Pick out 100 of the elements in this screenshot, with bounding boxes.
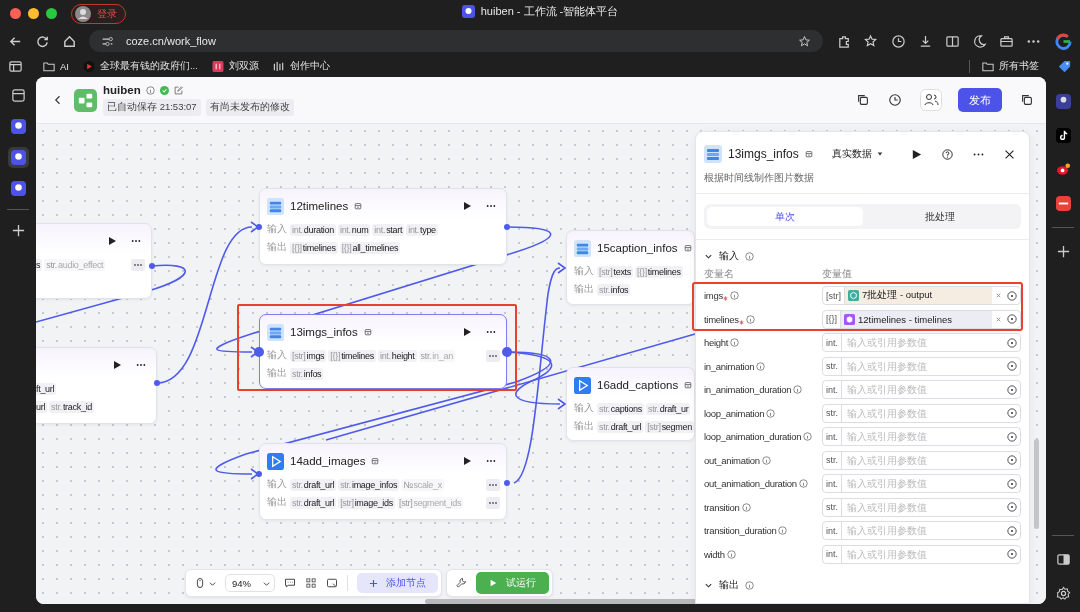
minimize-button[interactable] [28, 8, 39, 19]
value-input[interactable]: 输入或引用参数值 [842, 500, 1005, 514]
moon-icon[interactable] [972, 33, 987, 49]
value-input[interactable]: 输入或引用参数值 [842, 524, 1005, 538]
reference-icon[interactable] [1007, 549, 1017, 560]
port-handle[interactable] [502, 347, 512, 357]
home-icon[interactable] [62, 33, 77, 49]
wrench-icon[interactable] [455, 577, 467, 589]
reference-icon[interactable] [1007, 384, 1017, 395]
mouse-icon[interactable] [194, 577, 206, 589]
value-input[interactable]: 输入或引用参数值 [842, 336, 1005, 350]
value-input[interactable]: 输入或引用参数值 [842, 359, 1005, 373]
port-handle[interactable] [256, 224, 262, 230]
info-icon[interactable] [793, 385, 803, 395]
info-icon[interactable] [145, 85, 155, 95]
reference-icon[interactable] [1007, 290, 1017, 301]
value-field[interactable]: int. 输入或引用参数值 [822, 427, 1021, 447]
data-mode-dropdown[interactable]: 真实数据 [832, 147, 883, 161]
clear-icon[interactable] [995, 292, 1002, 300]
help-icon[interactable] [942, 148, 953, 160]
workflow-node[interactable]: s str.audio_effect [36, 223, 152, 299]
port-handle[interactable] [256, 471, 262, 477]
info-icon[interactable] [778, 526, 788, 536]
reference-icon[interactable] [1007, 431, 1017, 442]
run-icon[interactable] [462, 201, 472, 211]
run-icon[interactable] [462, 327, 472, 337]
zoom-select[interactable]: 94% [225, 574, 275, 592]
workflow-node[interactable]: 15caption_infos 输入 [str]texts [{}]timelines 输出 str.infos [566, 230, 695, 305]
grid-icon[interactable] [305, 577, 317, 589]
value-field[interactable]: str. 输入或引用参数值 [822, 497, 1021, 517]
briefcase-icon[interactable] [999, 33, 1014, 49]
run-icon[interactable] [462, 456, 472, 466]
info-icon[interactable] [726, 549, 736, 559]
g-logo-icon[interactable] [1055, 32, 1072, 50]
reference-icon[interactable] [1007, 478, 1017, 489]
port-handle[interactable] [149, 263, 155, 269]
value-input[interactable]: 输入或引用参数值 [842, 430, 1005, 444]
extensions-icon[interactable] [837, 33, 852, 49]
info-icon[interactable] [766, 408, 776, 418]
run-icon[interactable] [911, 148, 922, 160]
info-icon[interactable] [741, 502, 751, 512]
reload-icon[interactable] [35, 33, 50, 49]
value-field[interactable]: str. 输入或引用参数值 [822, 450, 1021, 470]
app-icon[interactable] [7, 147, 29, 168]
close-button[interactable] [10, 8, 21, 19]
workflow-node[interactable]: 13imgs_infos 输入 [str]imgs [{}]timelines int.height str.in_an 输出 str.infos [259, 314, 507, 389]
address-bar[interactable]: coze.cn/work_flow [89, 30, 823, 52]
info-icon[interactable] [729, 291, 739, 301]
reference-icon[interactable] [1007, 455, 1017, 466]
mode-tab[interactable]: 单次 [707, 207, 863, 226]
info-icon[interactable] [745, 314, 755, 324]
value-field[interactable]: str. 输入或引用参数值 [822, 403, 1021, 423]
info-icon[interactable] [745, 251, 754, 261]
publish-button[interactable]: 发布 [958, 88, 1002, 112]
caret-icon[interactable] [209, 579, 216, 587]
bookmark[interactable]: 刘双源 [211, 59, 259, 73]
close-icon[interactable] [1004, 148, 1015, 160]
history-icon[interactable] [888, 93, 902, 107]
value-field[interactable]: [{}] 12timelines - timelines [822, 309, 1021, 329]
favorites-icon[interactable] [864, 33, 879, 49]
value-field[interactable]: int. 输入或引用参数值 [822, 380, 1021, 400]
value-field[interactable]: [str] 7批处理 - output [822, 286, 1021, 306]
value-field[interactable]: str. 输入或引用参数值 [822, 356, 1021, 376]
bookmark[interactable]: 创作中心 [272, 59, 330, 73]
copy-icon[interactable] [1020, 93, 1034, 107]
port-handle[interactable] [504, 224, 510, 230]
reader-icon[interactable] [945, 33, 960, 49]
workflow-node[interactable]: 12timelines 输入 int.duration int.num int.start int.type 输出 [{}]timelines [{}]all_timelines [259, 188, 507, 265]
add-node-button[interactable]: 添加节点 [357, 573, 438, 593]
value-input[interactable]: 输入或引用参数值 [842, 547, 1005, 561]
info-icon[interactable] [798, 479, 808, 489]
value-input[interactable]: 输入或引用参数值 [842, 453, 1005, 467]
run-icon[interactable] [112, 360, 122, 370]
reference-icon[interactable] [1007, 502, 1017, 513]
port-handle[interactable] [504, 480, 510, 486]
reference-icon[interactable] [1007, 361, 1017, 372]
value-input[interactable]: 输入或引用参数值 [842, 477, 1005, 491]
minimap-icon[interactable] [326, 577, 338, 589]
info-icon[interactable] [756, 361, 766, 371]
info-icon[interactable] [803, 432, 813, 442]
port-handle[interactable] [154, 380, 160, 386]
value-field[interactable]: int. 输入或引用参数值 [822, 521, 1021, 541]
comment-icon[interactable] [284, 577, 296, 589]
value-field[interactable]: int. 输入或引用参数值 [822, 474, 1021, 494]
reference-icon[interactable] [1007, 525, 1017, 536]
port-handle[interactable] [254, 347, 264, 357]
mode-tab[interactable]: 批处理 [862, 207, 1018, 226]
reference-icon[interactable] [1007, 337, 1017, 348]
download-icon[interactable] [918, 33, 933, 49]
value-field[interactable]: int. 输入或引用参数值 [822, 333, 1021, 353]
workflow-node[interactable]: 16add_captions 输入 str.captions str.draft_ur 输出 str.draft_url [str]segmen [566, 367, 695, 441]
workflow-node[interactable]: ft_url url str.track_id [36, 347, 157, 424]
info-icon[interactable] [730, 338, 740, 348]
value-field[interactable]: int. 输入或引用参数值 [822, 544, 1021, 564]
bookmark[interactable]: 全球最有钱的政府们... [83, 59, 198, 73]
scrollbar[interactable] [1034, 439, 1039, 529]
workflow-node[interactable]: 14add_images 输入 str.draft_url str.image_infos №scale_x 输出 str.draft_url [str]image_ids [str]segment_ids [259, 443, 507, 520]
reference-icon[interactable] [1007, 408, 1017, 419]
info-icon[interactable] [761, 455, 771, 465]
site-settings-icon[interactable] [101, 34, 114, 48]
